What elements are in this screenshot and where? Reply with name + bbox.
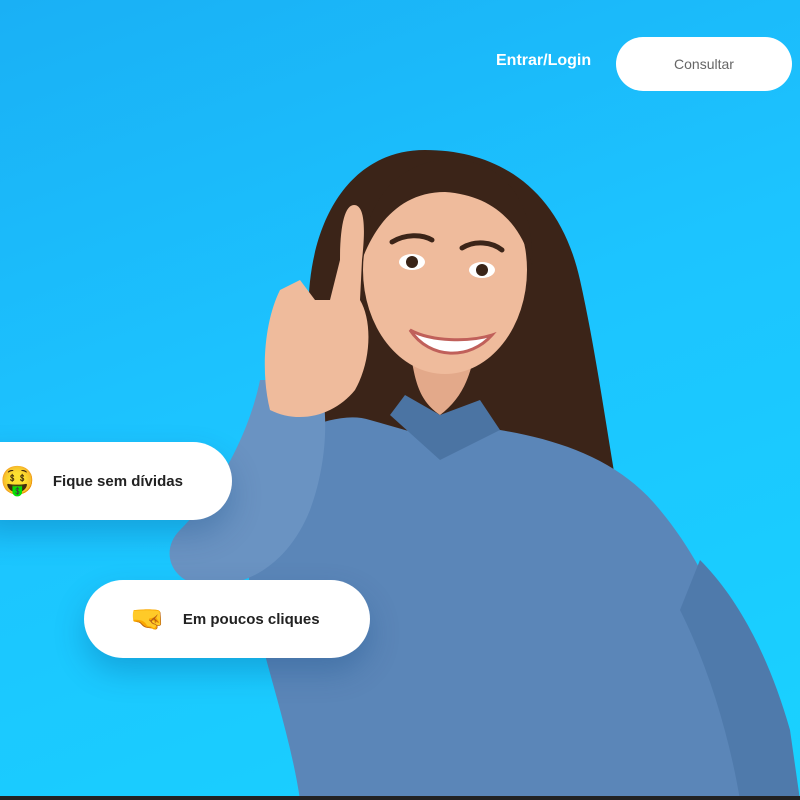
- money-mouth-face-icon: 🤑: [0, 464, 35, 497]
- pointing-hand-icon: 🤜: [130, 602, 165, 635]
- login-link[interactable]: Entrar/Login: [496, 52, 591, 70]
- consult-button[interactable]: Consultar: [616, 37, 792, 91]
- feature-label: Fique sem dívidas: [52, 472, 183, 490]
- feature-pill-no-debt: 🤑 Fique sem dívidas: [0, 442, 232, 520]
- bottom-divider: [0, 796, 800, 800]
- feature-label: Em poucos cliques: [182, 610, 320, 628]
- feature-pill-few-clicks: 🤜 Em poucos cliques: [84, 580, 370, 658]
- hero-section: Entrar/Login Consultar 🤑 Fique sem dívid…: [0, 0, 800, 800]
- hero-person-image: [169, 150, 800, 800]
